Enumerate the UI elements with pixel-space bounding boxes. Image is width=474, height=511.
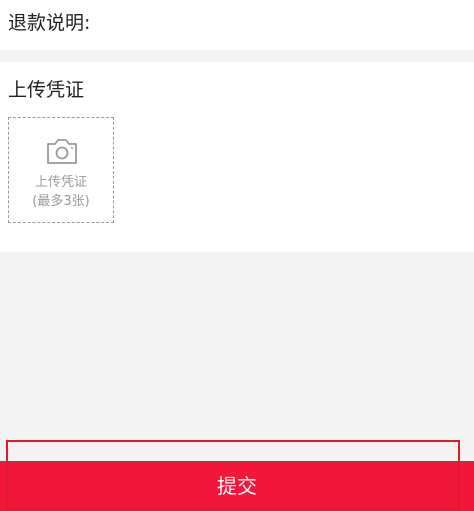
upload-section-title: 上传凭证 [8, 79, 85, 101]
refund-note-field[interactable]: 退款说明: [0, 0, 474, 50]
camera-icon [47, 139, 77, 164]
upload-section: 上传凭证 上传凭证 (最多3张) [0, 62, 474, 252]
upload-photo-button[interactable]: 上传凭证 (最多3张) [8, 117, 114, 223]
upload-limit-label: (最多3张) [32, 194, 90, 209]
refund-page: 退款说明: 上传凭证 上传凭证 (最多3张) 提交 [0, 0, 474, 511]
upload-box-label: 上传凭证 [34, 175, 87, 190]
refund-note-label: 退款说明: [8, 12, 91, 34]
submit-button[interactable]: 提交 [0, 461, 474, 511]
